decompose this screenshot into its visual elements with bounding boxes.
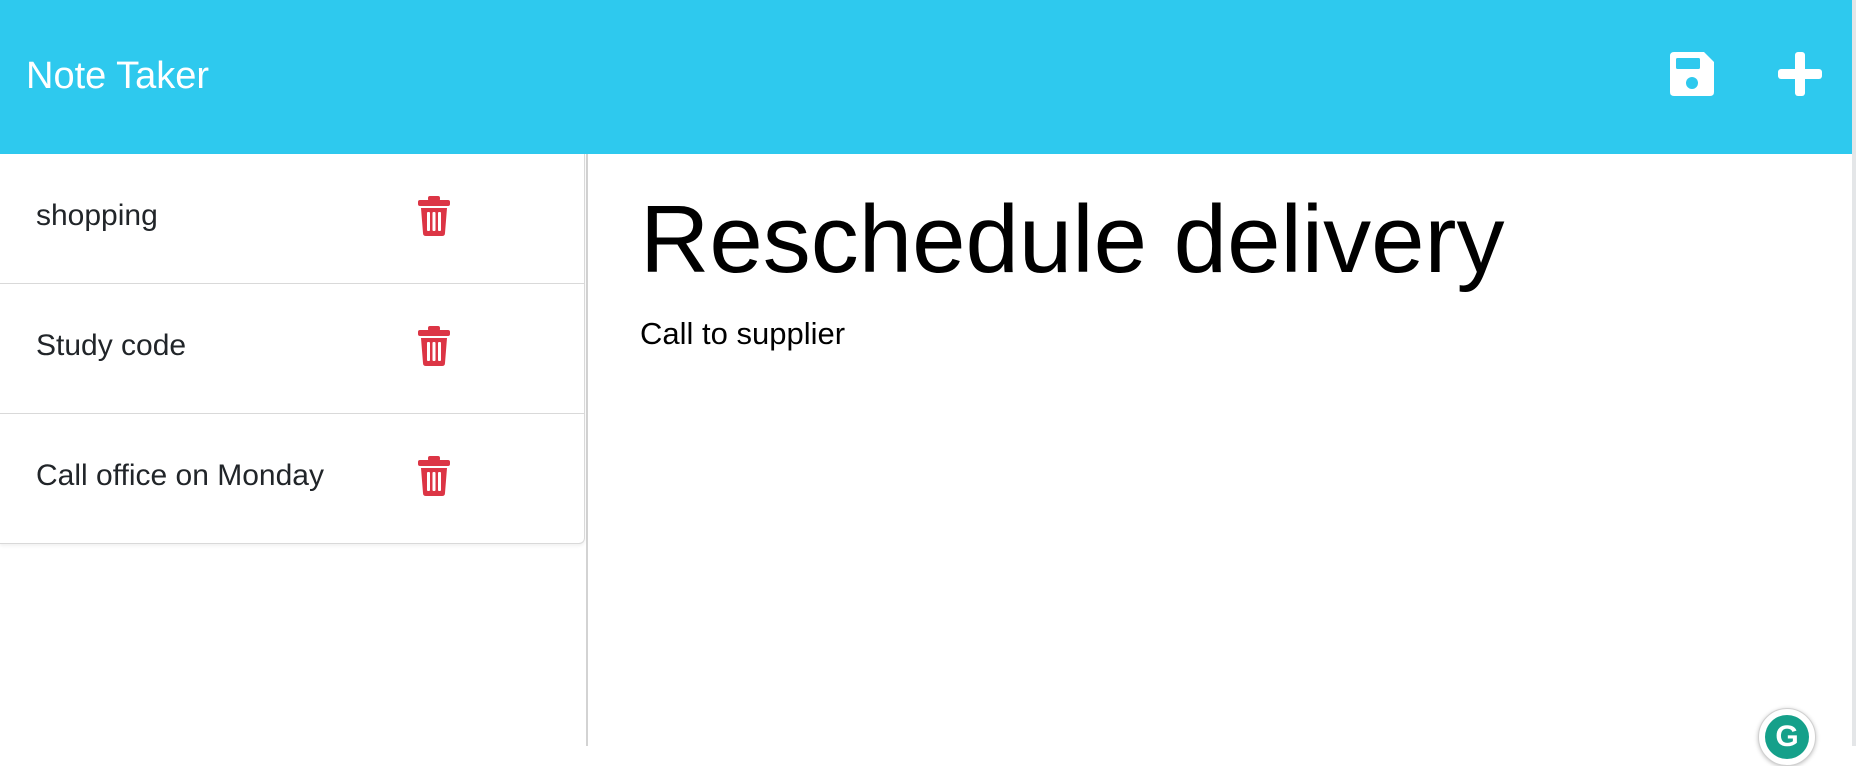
note-list: shopping Study code Call office on Monda… (0, 154, 585, 544)
save-icon (1670, 52, 1714, 96)
list-item[interactable]: Call office on Monday (0, 414, 584, 543)
note-text-field[interactable]: Call to supplier (640, 314, 1790, 614)
window-edge (1852, 0, 1856, 746)
grammarly-icon[interactable]: G (1758, 708, 1816, 766)
note-editor: Call to supplier (590, 154, 1852, 746)
note-list-title: shopping (36, 199, 158, 232)
grammarly-letter: G (1765, 715, 1809, 759)
trash-icon[interactable] (418, 196, 450, 236)
trash-icon[interactable] (418, 456, 450, 496)
navbar: Note Taker (0, 0, 1852, 154)
list-item[interactable]: shopping (0, 154, 584, 284)
note-list-title: Call office on Monday (36, 459, 324, 492)
new-note-button[interactable] (1772, 46, 1828, 102)
sidebar: shopping Study code Call office on Monda… (0, 154, 588, 746)
plus-icon (1778, 52, 1822, 96)
save-note-button[interactable] (1664, 46, 1720, 102)
app-title[interactable]: Note Taker (26, 52, 209, 100)
trash-icon[interactable] (418, 326, 450, 366)
note-title-field[interactable] (640, 180, 1790, 300)
note-list-title: Study code (36, 329, 187, 362)
list-item[interactable]: Study code (0, 284, 584, 414)
